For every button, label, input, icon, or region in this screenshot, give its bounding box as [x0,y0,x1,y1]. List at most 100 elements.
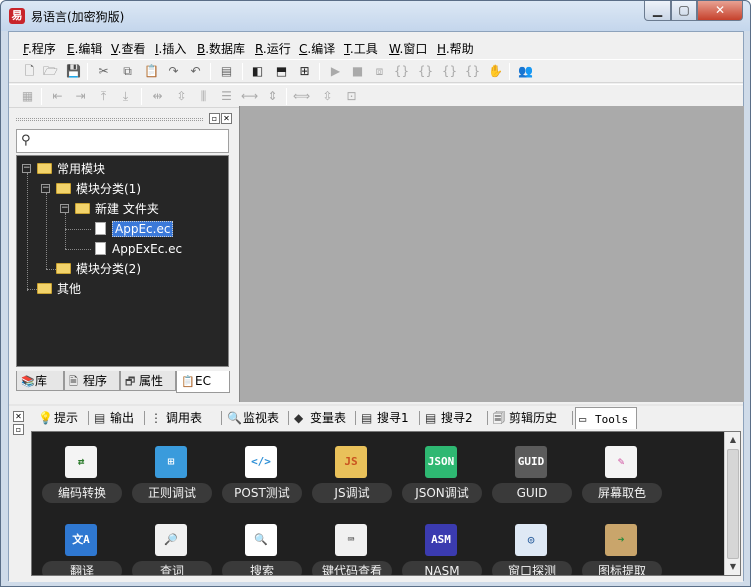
run-icon[interactable]: ▶ [327,63,344,80]
tab-call-table[interactable]: ⋮⋮调用表 [147,407,219,429]
tools-scrollbar[interactable]: ▲ ▼ [724,432,740,575]
same-size-icon[interactable]: ⊡ [343,88,360,105]
tab-search2[interactable]: ▤ 搜寻2 [422,407,482,429]
step-icon[interactable]: ⧈ [371,63,388,80]
collapse-icon[interactable]: − [22,164,31,173]
cut-icon[interactable]: ✂ [95,63,112,80]
tool-js-debug[interactable]: JS JS调试 [312,442,392,504]
close-button[interactable]: ✕ [697,1,743,21]
same-height-icon[interactable]: ⇳ [319,88,336,105]
new-file-icon[interactable]: 🗋 [21,63,38,80]
space-vertical-icon[interactable]: ⇕ [264,88,281,105]
tab-program[interactable]: 🗎 程序 [64,371,120,391]
scroll-down-icon[interactable]: ▼ [725,559,740,575]
menu-item-e[interactable]: E.编辑 [67,40,102,57]
tool-encoding-convert[interactable]: ⇄ 编码转换 [42,442,122,504]
distribute-horizontal-icon[interactable]: ⫼ [195,88,212,105]
pane-restore-icon[interactable]: ▫ [209,113,220,124]
tree-node[interactable]: 新建 文件夹 [75,200,159,218]
tab-property[interactable]: 🗗 属性 [120,371,176,391]
maximize-button[interactable]: ▢ [671,1,697,21]
menu-item-i[interactable]: I.插入 [155,40,186,57]
align-left-icon[interactable]: ⇤ [49,88,66,105]
tab-search1[interactable]: ▤ 搜寻1 [358,407,418,429]
tool-json-debug[interactable]: JSON JSON调试 [402,442,482,504]
menu-item-b[interactable]: B.数据库 [197,40,245,57]
tool-window-probe[interactable]: ◎ 窗口探测 [492,520,572,575]
app-logo-icon[interactable]: 易 [9,8,25,24]
form-icon[interactable]: ▦ [19,88,36,105]
collapse-icon[interactable]: − [60,204,69,213]
open-folder-icon[interactable]: 🗁 [42,63,59,80]
tool-color-picker[interactable]: ✎ 屏幕取色 [582,442,662,504]
tool-search-tool[interactable]: 🔍 搜索 [222,520,302,575]
align-top-icon[interactable]: ⤒ [95,88,112,105]
search-input[interactable]: ⚲ [16,129,229,153]
tool-icon-extract[interactable]: ➜ 图标提取 [582,520,662,575]
pane-grip[interactable] [16,118,203,121]
scroll-thumb[interactable] [727,449,739,559]
tool-keycode[interactable]: ⌨ 键代码查看 [312,520,392,575]
tree-guide-line [46,269,56,270]
menu-item-f[interactable]: F.程序 [23,40,56,57]
menu-item-h[interactable]: H.帮助 [437,40,474,57]
undo-icon[interactable]: ↶ [187,63,204,80]
tab-clip-history[interactable]: 🗐 剪辑历史 [490,407,570,429]
tab-watch[interactable]: 🔍监视表 [224,407,286,429]
menu-item-v[interactable]: V.查看 [111,40,146,57]
editor-area[interactable] [239,106,744,402]
tree-node[interactable]: 模块分类(2) [56,260,141,278]
tab-library[interactable]: 📚库 [16,371,64,391]
redo-icon[interactable]: ↷ [165,63,182,80]
align-bottom-icon[interactable]: ⤓ [117,88,134,105]
step-into-icon[interactable]: {} [393,63,410,80]
step-over-icon[interactable]: {} [417,63,434,80]
tab-hint[interactable]: 💡提示 [35,407,87,429]
tree-node[interactable]: 模块分类(1) [56,180,141,198]
space-horizontal-icon[interactable]: ⟷ [241,88,258,105]
menu-item-t[interactable]: T.工具 [344,40,378,57]
tab-ec[interactable]: 📋EC [176,371,230,393]
layout-top-icon[interactable]: ⬒ [273,63,290,80]
tree-node[interactable]: AppEc.ec [95,220,174,238]
layout-grid-icon[interactable]: ⊞ [296,63,313,80]
distribute-vertical-icon[interactable]: ☰ [218,88,235,105]
tool-translate[interactable]: 文A 翻译 [42,520,122,575]
tab-variable[interactable]: ◆ 变量表 [291,407,353,429]
step-out-icon[interactable]: {} [441,63,458,80]
menu-item-c[interactable]: C.编译 [299,40,335,57]
tool-post-test[interactable]: </> POST测试 [222,442,302,504]
tab-output[interactable]: ▤ 输出 [91,407,143,429]
tree-node[interactable]: 其他 [37,280,81,298]
pane-close-icon[interactable]: ✕ [221,113,232,124]
tool-dictionary[interactable]: 🔎 查词 [132,520,212,575]
tool-guid[interactable]: GUID GUID [492,442,572,504]
same-width-icon[interactable]: ⟺ [293,88,310,105]
stop-icon[interactable]: ■ [349,63,366,80]
collapse-icon[interactable]: − [41,184,50,193]
center-vertical-icon[interactable]: ⇳ [173,88,190,105]
align-right-icon[interactable]: ⇥ [72,88,89,105]
copy-icon[interactable]: ⧉ [119,63,136,80]
bottom-pane-restore-icon[interactable]: ▫ [13,424,24,435]
paste-icon[interactable]: 📋 [143,63,160,80]
tool-regex-debug[interactable]: ⊞ 正则调试 [132,442,212,504]
run-to-cursor-icon[interactable]: {} [464,63,481,80]
bottom-pane-close-icon[interactable]: ✕ [13,411,24,422]
title-bar[interactable]: 易 易语言(加密狗版) ▁ ▢ ✕ [1,1,750,31]
menu-item-w[interactable]: W.窗口 [389,40,427,57]
module-tree[interactable]: 常用模块 − 模块分类(1) − 新建 文件夹 − AppEc.ec AppExEc.ec 模块… [16,155,229,367]
layout-left-icon[interactable]: ◧ [249,63,266,80]
menu-item-r[interactable]: R.运行 [255,40,291,57]
scroll-up-icon[interactable]: ▲ [725,432,740,448]
save-icon[interactable]: 💾 [65,63,82,80]
tree-node[interactable]: 常用模块 [37,160,105,178]
tree-node[interactable]: AppExEc.ec [95,240,182,258]
center-horizontal-icon[interactable]: ⇹ [149,88,166,105]
minimize-button[interactable]: ▁ [644,1,671,21]
tool-nasm[interactable]: ASM NASM [402,520,482,575]
tab-tools-window[interactable]: ▭ Tools [575,407,637,429]
find-icon[interactable]: ▤ [218,63,235,80]
hand-icon[interactable]: ✋ [487,63,504,80]
debug-people-icon[interactable]: 👥 [517,63,534,80]
